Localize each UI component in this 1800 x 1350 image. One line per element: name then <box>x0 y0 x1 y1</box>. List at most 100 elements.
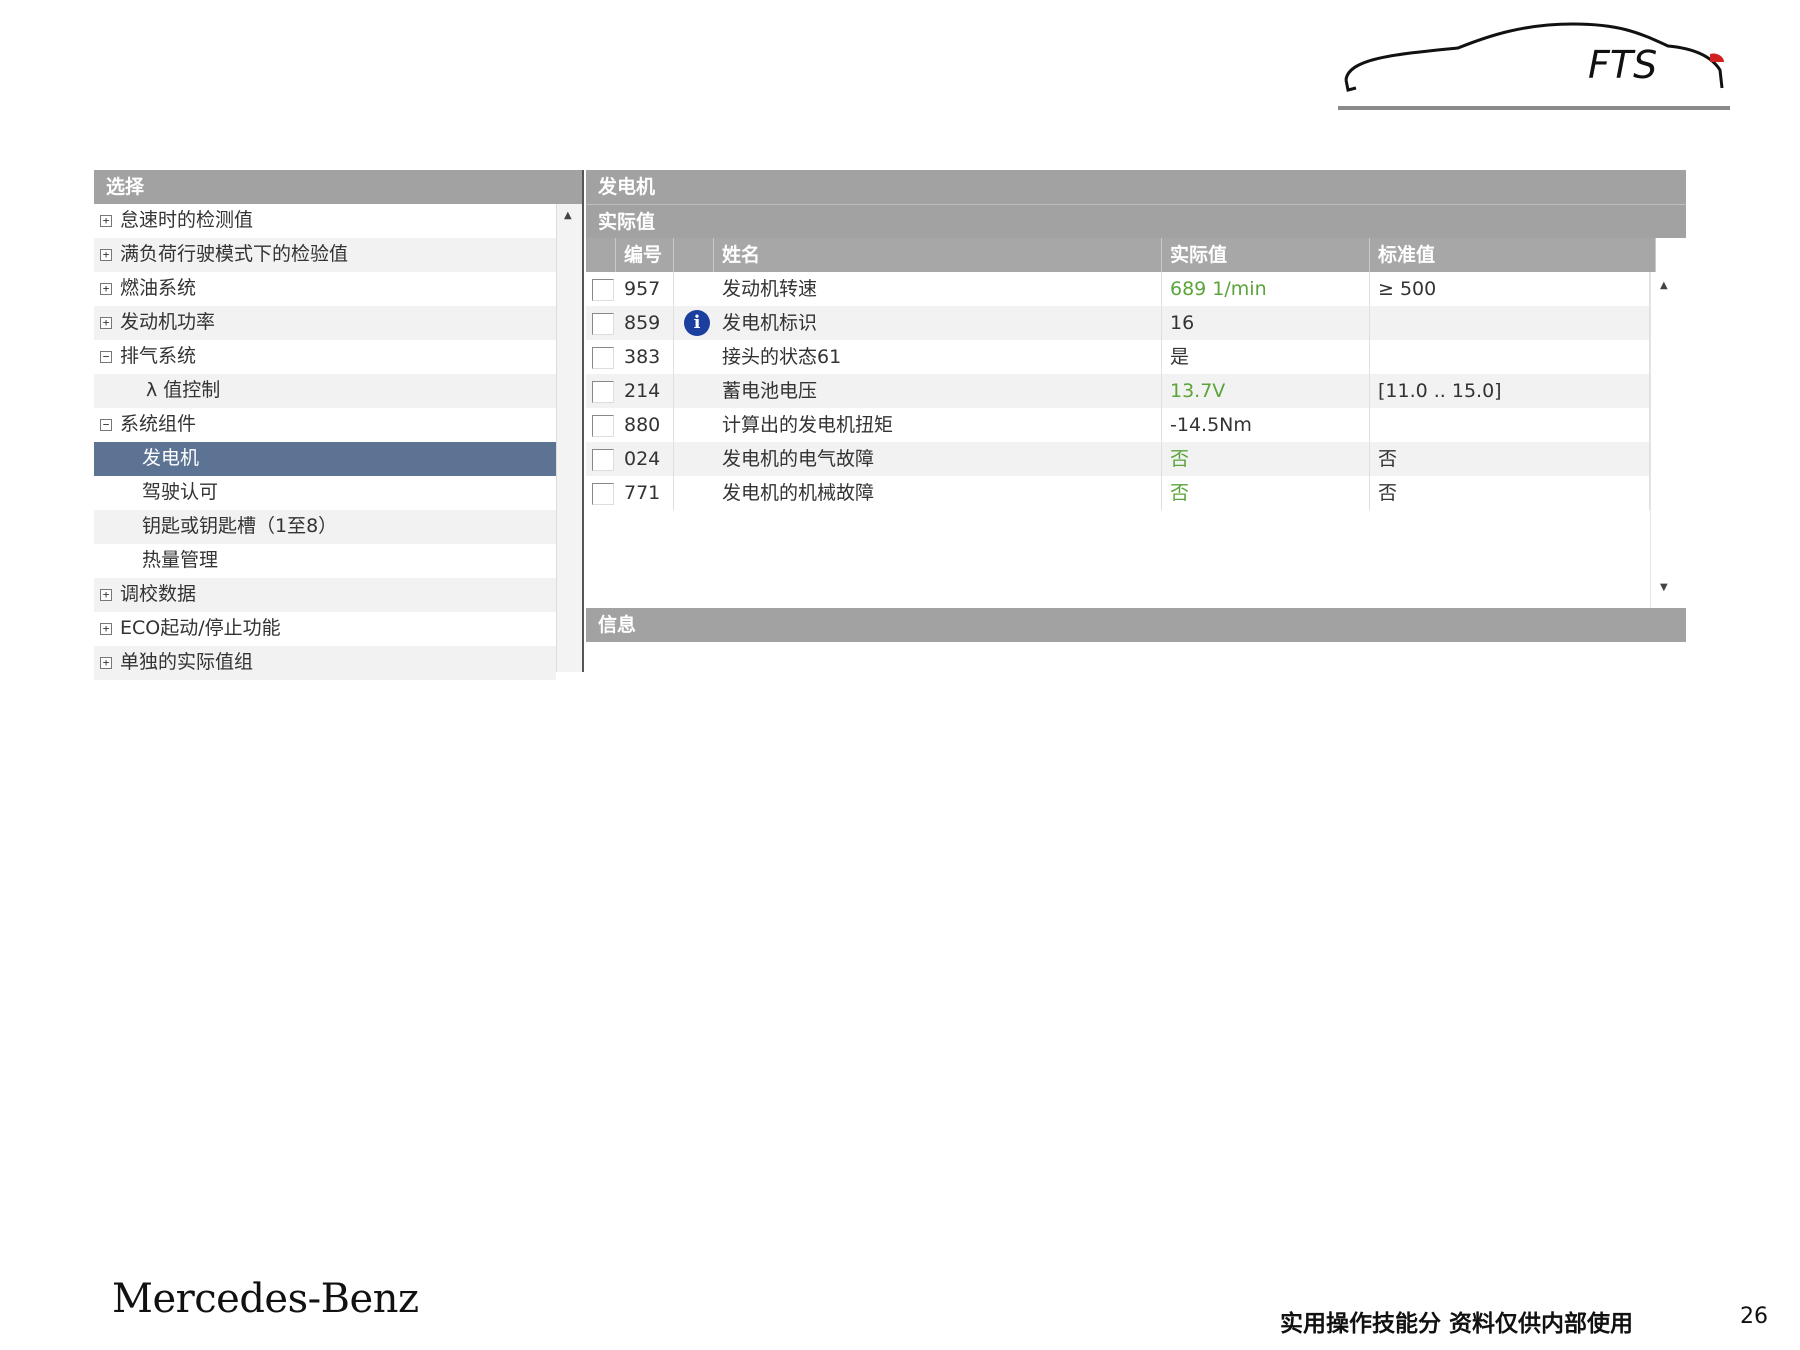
plus-box-icon[interactable]: + <box>100 657 112 669</box>
brand-name: Mercedes-Benz <box>112 1276 419 1322</box>
tree-item[interactable]: + 调校数据 <box>94 578 556 612</box>
table-row[interactable]: 880 计算出的发电机扭矩 -14.5Nm <box>586 408 1650 442</box>
table-row[interactable]: 024 发电机的电气故障否否 <box>586 442 1650 476</box>
minus-box-icon[interactable]: − <box>100 419 112 431</box>
scroll-up-icon[interactable]: ▲ <box>564 210 572 221</box>
selection-tree: + 怠速时的检测值 + 满负荷行驶模式下的检验值 + 燃油系统 + 发动机功率 − 排气系统 λ 值… <box>94 204 556 680</box>
generator-panel-title: 发电机 <box>586 170 1686 204</box>
cell-id: 957 <box>616 272 674 306</box>
scroll-down-icon[interactable]: ▼ <box>1660 582 1668 593</box>
col-actual[interactable]: 实际值 <box>1162 238 1370 272</box>
cell-name: 发电机标识 <box>714 306 1162 340</box>
table-row[interactable]: 859 i 发电机标识 16 <box>586 306 1650 340</box>
tree-item[interactable]: + ECO起动/停止功能 <box>94 612 556 646</box>
plus-box-icon[interactable]: + <box>100 589 112 601</box>
info-header: 信息 <box>586 608 1686 642</box>
tree-item-label: 发动机功率 <box>120 311 216 333</box>
minus-box-icon[interactable]: − <box>100 351 112 363</box>
plus-box-icon[interactable]: + <box>100 215 112 227</box>
cell-id: 383 <box>616 340 674 374</box>
tree-item[interactable]: 发电机 <box>94 442 556 476</box>
tree-item-label: 满负荷行驶模式下的检验值 <box>120 243 349 265</box>
cell-actual: -14.5Nm <box>1162 408 1370 442</box>
cell-name: 发动机转速 <box>714 272 1162 306</box>
tree-item[interactable]: + 单独的实际值组 <box>94 646 556 680</box>
cell-id: 859 <box>616 306 674 340</box>
selection-panel-header: 选择 <box>94 170 582 204</box>
grid-scrollbar[interactable]: ▲ ▼ <box>1650 272 1680 608</box>
tree-item-label: λ 值控制 <box>146 379 221 401</box>
tree-scrollbar[interactable]: ▲ <box>556 204 582 672</box>
actual-values-header: 实际值 <box>586 204 1686 238</box>
fts-logo: FTS <box>1344 22 1724 92</box>
tree-item-label: 钥匙或钥匙槽（1至8） <box>142 515 338 537</box>
cell-actual: 13.7V <box>1162 374 1370 408</box>
info-icon[interactable]: i <box>684 310 710 336</box>
tree-item-label: 燃油系统 <box>120 277 197 299</box>
cell-standard: 否 <box>1370 476 1650 510</box>
tree-item[interactable]: + 燃油系统 <box>94 272 556 306</box>
scroll-up-icon[interactable]: ▲ <box>1660 280 1668 291</box>
cell-standard: ≥ 500 <box>1370 272 1650 306</box>
cell-standard <box>1370 306 1650 340</box>
tree-item-label: 排气系统 <box>120 345 197 367</box>
footer-note: 实用操作技能分 资料仅供内部使用 <box>1280 1311 1634 1337</box>
cell-id: 214 <box>616 374 674 408</box>
row-checkbox[interactable] <box>592 483 614 505</box>
page-number: 26 <box>1740 1304 1768 1329</box>
generator-panel: 发电机 实际值 编号 姓名 实际值 标准值 957 发动机转速 689 1/min ≥… <box>586 170 1686 672</box>
col-name[interactable]: 姓名 <box>714 238 1162 272</box>
cell-name: 计算出的发电机扭矩 <box>714 408 1162 442</box>
col-id[interactable]: 编号 <box>616 238 674 272</box>
tree-item[interactable]: − 排气系统 <box>94 340 556 374</box>
row-checkbox[interactable] <box>592 449 614 471</box>
table-row[interactable]: 383 接头的状态61 是 <box>586 340 1650 374</box>
tree-item[interactable]: 钥匙或钥匙槽（1至8） <box>94 510 556 544</box>
cell-id: 771 <box>616 476 674 510</box>
col-standard[interactable]: 标准值 <box>1370 238 1656 272</box>
row-checkbox[interactable] <box>592 313 614 335</box>
grid-header: 编号 姓名 实际值 标准值 <box>586 238 1656 272</box>
table-row[interactable]: 957 发动机转速 689 1/min ≥ 500 <box>586 272 1650 306</box>
tree-item[interactable]: λ 值控制 <box>94 374 556 408</box>
tree-item-label: 单独的实际值组 <box>120 651 254 673</box>
tree-item-label: 调校数据 <box>120 583 197 605</box>
tree-item[interactable]: 热量管理 <box>94 544 556 578</box>
cell-standard: [11.0 .. 15.0] <box>1370 374 1650 408</box>
cell-name: 发电机的机械故障 <box>714 476 1162 510</box>
cell-standard: 否 <box>1370 442 1650 476</box>
diagnostic-window: 选择 + 怠速时的检测值 + 满负荷行驶模式下的检验值 + 燃油系统 + 发动机功率 − 排气系统… <box>94 170 1686 680</box>
tree-item[interactable]: − 系统组件 <box>94 408 556 442</box>
cell-actual: 689 1/min <box>1162 272 1370 306</box>
row-checkbox[interactable] <box>592 347 614 369</box>
tree-item-label: 热量管理 <box>142 549 219 571</box>
tree-item-label: 驾驶认可 <box>142 481 219 503</box>
cell-standard <box>1370 408 1650 442</box>
cell-id: 880 <box>616 408 674 442</box>
table-row[interactable]: 771 发电机的机械故障否否 <box>586 476 1650 510</box>
cell-actual: 否 <box>1162 442 1370 476</box>
plus-box-icon[interactable]: + <box>100 623 112 635</box>
plus-box-icon[interactable]: + <box>100 283 112 295</box>
tree-item-label: 怠速时的检测值 <box>120 209 254 231</box>
logo-text: FTS <box>1588 43 1657 87</box>
tree-item[interactable]: 驾驶认可 <box>94 476 556 510</box>
cell-name: 接头的状态61 <box>714 340 1162 374</box>
col-info <box>674 238 714 272</box>
cell-actual: 否 <box>1162 476 1370 510</box>
table-row[interactable]: 214 蓄电池电压 13.7V [11.0 .. 15.0] <box>586 374 1650 408</box>
tree-item[interactable]: + 发动机功率 <box>94 306 556 340</box>
row-checkbox[interactable] <box>592 279 614 301</box>
cell-actual: 是 <box>1162 340 1370 374</box>
tree-item[interactable]: + 怠速时的检测值 <box>94 204 556 238</box>
logo-underline <box>1338 106 1730 110</box>
tree-item-label: 系统组件 <box>120 413 197 435</box>
tree-item[interactable]: + 满负荷行驶模式下的检验值 <box>94 238 556 272</box>
selection-panel: 选择 + 怠速时的检测值 + 满负荷行驶模式下的检验值 + 燃油系统 + 发动机功率 − 排气系统… <box>94 170 584 680</box>
plus-box-icon[interactable]: + <box>100 317 112 329</box>
row-checkbox[interactable] <box>592 415 614 437</box>
tree-item-label: 发电机 <box>142 447 200 469</box>
plus-box-icon[interactable]: + <box>100 249 112 261</box>
row-checkbox[interactable] <box>592 381 614 403</box>
tree-item-label: ECO起动/停止功能 <box>120 617 281 639</box>
